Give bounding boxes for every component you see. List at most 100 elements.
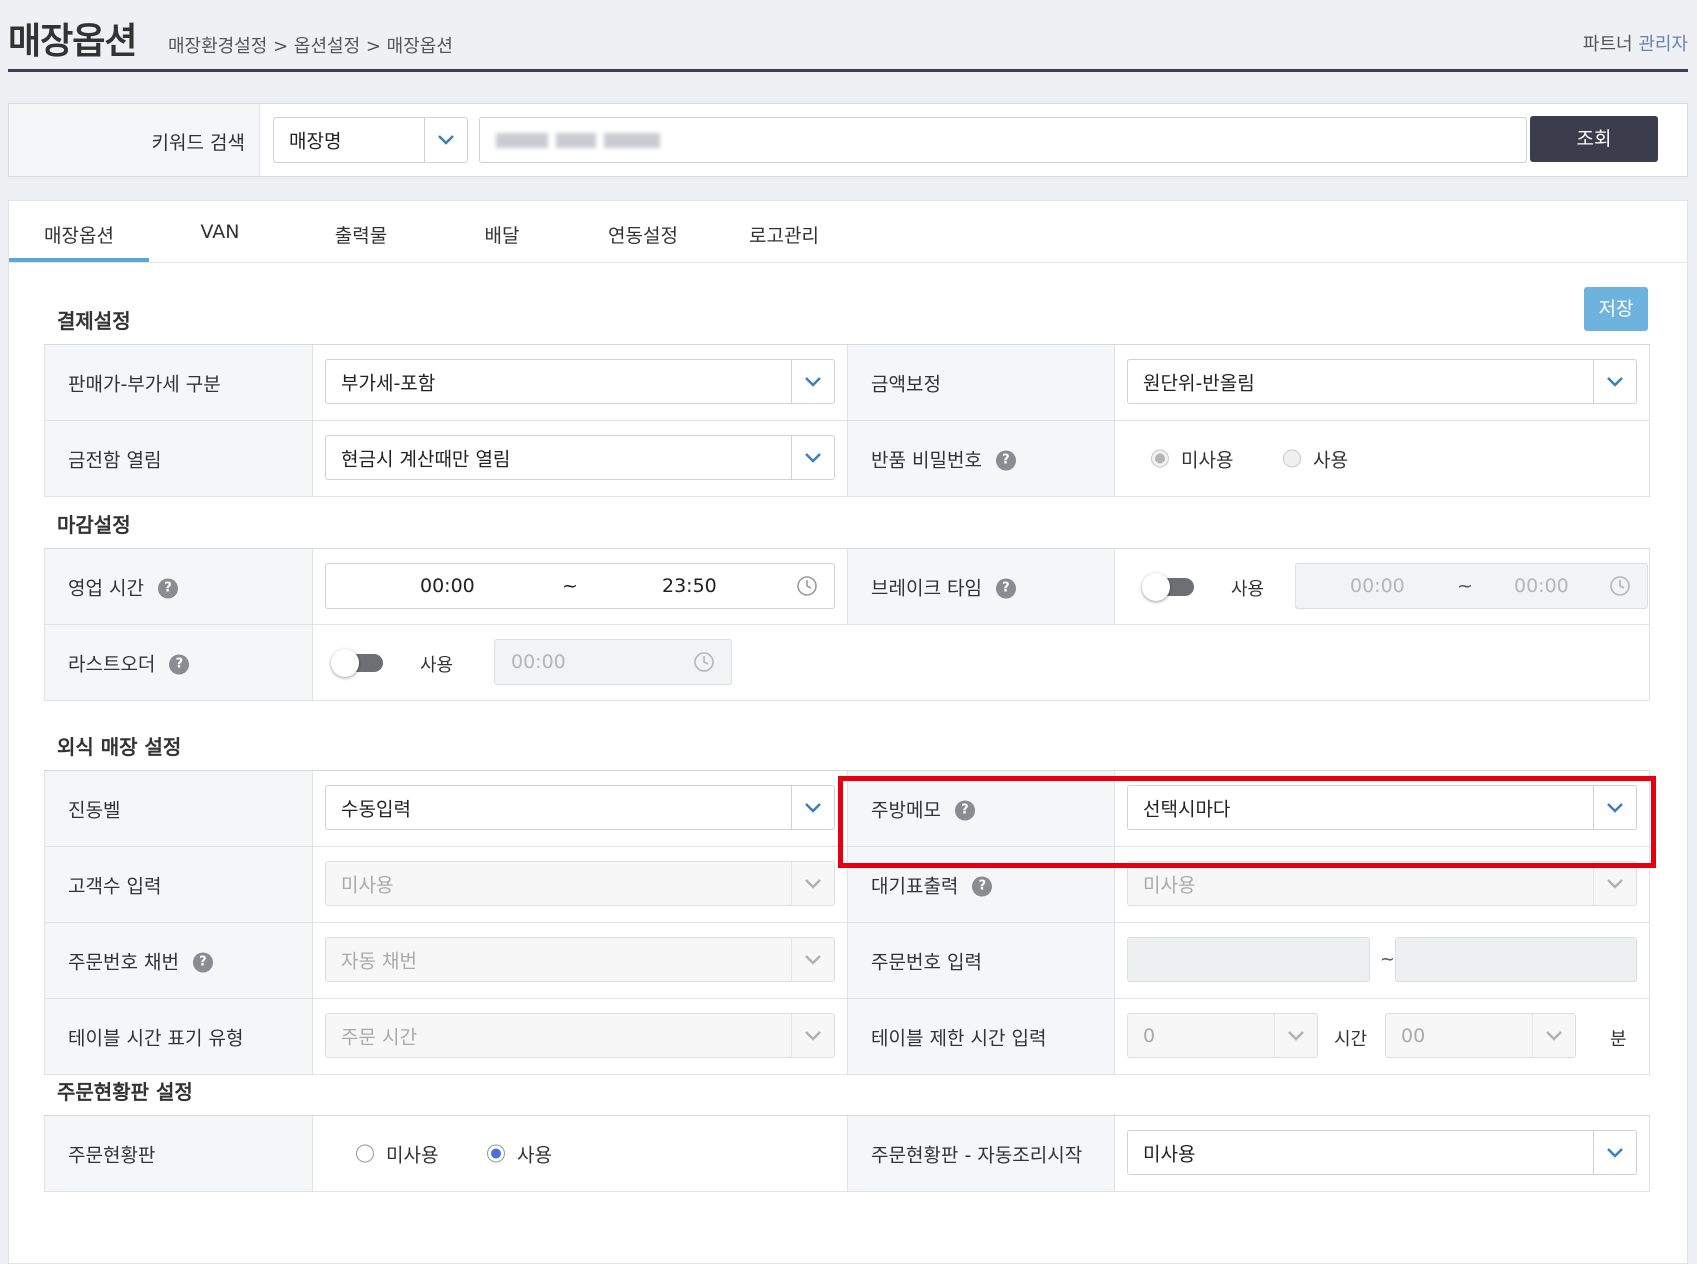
auto-cook-select[interactable]: 미사용 <box>1127 1130 1637 1175</box>
radio-label: 사용 <box>517 1144 552 1166</box>
help-icon[interactable]: ? <box>995 578 1016 599</box>
chevron-down-icon <box>1274 1014 1317 1057</box>
tab-printouts[interactable]: 출력물 <box>291 221 431 248</box>
waiting-label-wrap: 대기표출력? <box>871 871 993 898</box>
guest-value: 미사용 <box>341 874 394 896</box>
tab-integration[interactable]: 연동설정 <box>573 221 713 248</box>
hours-start: 00:00 <box>420 575 475 597</box>
refund-pw-label-wrap: 반품 비밀번호? <box>871 445 1016 472</box>
chevron-down-icon <box>424 118 467 162</box>
search-type-select[interactable]: 매장명 <box>273 117 468 163</box>
board-radio-off[interactable]: 미사용 <box>356 1140 438 1167</box>
label-cell: 주문번호 채번? <box>44 923 313 998</box>
radio-label: 미사용 <box>1181 449 1234 471</box>
order-no-input-label: 주문번호 입력 <box>871 951 982 973</box>
label-cell: 금전함 열림 <box>44 421 313 496</box>
lastorder-time: 00:00 <box>511 651 566 673</box>
chevron-down-icon <box>791 786 834 829</box>
refund-pw-radio-on[interactable]: 사용 <box>1283 445 1348 472</box>
row-border <box>1649 345 1650 420</box>
radio-icon <box>1283 449 1301 468</box>
help-icon[interactable]: ? <box>169 654 190 675</box>
tab-store-options[interactable]: 매장옵션 <box>9 221 149 248</box>
search-input[interactable] <box>479 117 1527 163</box>
chevron-down-icon <box>791 436 834 479</box>
table-time-type-label: 테이블 시간 표기 유형 <box>68 1027 244 1049</box>
radio-icon <box>356 1144 374 1163</box>
break-label-wrap: 브레이크 타임? <box>871 573 1016 600</box>
lastorder-label: 라스트오더 <box>68 653 156 675</box>
guest-label: 고객수 입력 <box>68 875 162 897</box>
help-icon[interactable]: ? <box>192 952 213 973</box>
drawer-select[interactable]: 현금시 계산때만 열림 <box>325 435 835 480</box>
board-grid: 주문현황판 미사용 사용 주문현황판 - 자동조리시작 미사용 <box>44 1115 1650 1192</box>
table-limit-minutes-unit: 분 <box>1610 1029 1627 1050</box>
table-limit-hours-value: 0 <box>1143 1024 1156 1047</box>
search-type-value: 매장명 <box>289 130 342 153</box>
auto-cook-label: 주문현황판 - 자동조리시작 <box>871 1144 1083 1166</box>
break-label: 브레이크 타임 <box>871 577 982 599</box>
payment-row-1: 판매가-부가세 구분 부가세-포함 금액보정 원단위-반올림 <box>44 345 1650 421</box>
break-use-label: 사용 <box>1231 579 1265 600</box>
label-cell: 라스트오더? <box>44 625 313 700</box>
table-limit-hours-unit: 시간 <box>1334 1029 1368 1050</box>
rounding-label: 금액보정 <box>871 373 941 395</box>
radio-icon <box>487 1144 505 1163</box>
chevron-down-icon <box>1593 862 1636 905</box>
tab-logo[interactable]: 로고관리 <box>714 221 854 248</box>
lastorder-label-wrap: 라스트오더? <box>68 649 190 676</box>
rounding-select[interactable]: 원단위-반올림 <box>1127 359 1637 404</box>
order-no-sep: ~ <box>1380 949 1396 970</box>
label-cell: 반품 비밀번호? <box>847 421 1115 496</box>
options-panel: 매장옵션 VAN 출력물 배달 연동설정 로고관리 결제설정 저장 판매가-부가… <box>8 200 1688 1264</box>
search-label-cell: 키워드 검색 <box>9 104 260 176</box>
row-border <box>1649 421 1650 496</box>
table-limit-minutes-value: 00 <box>1401 1024 1426 1047</box>
drawer-label: 금전함 열림 <box>68 449 162 471</box>
dine-row-4: 테이블 시간 표기 유형 주문 시간 테이블 제한 시간 입력 0 시간 00 … <box>44 999 1650 1075</box>
tab-delivery[interactable]: 배달 <box>432 221 572 248</box>
row-border <box>1649 549 1650 624</box>
label-cell: 주문번호 입력 <box>847 923 1115 998</box>
rounding-value: 원단위-반올림 <box>1143 372 1255 394</box>
label-cell: 금액보정 <box>847 345 1115 420</box>
lastorder-toggle[interactable] <box>331 649 383 677</box>
admin-link[interactable]: 관리자 <box>1638 34 1688 55</box>
clock-icon[interactable] <box>796 575 818 601</box>
save-button[interactable]: 저장 <box>1584 287 1648 331</box>
business-hours-input[interactable]: 00:00 ~ 23:50 <box>325 563 835 609</box>
section-dine-title: 외식 매장 설정 <box>57 735 182 759</box>
admin-prefix: 파트너 <box>1582 34 1633 55</box>
table-time-type-select: 주문 시간 <box>325 1013 835 1058</box>
help-icon[interactable]: ? <box>972 876 993 897</box>
row-border <box>1649 999 1650 1074</box>
vat-select[interactable]: 부가세-포함 <box>325 359 835 404</box>
table-limit-minutes-select: 00 <box>1385 1013 1576 1058</box>
lastorder-use-label: 사용 <box>420 655 454 676</box>
search-bar: 키워드 검색 매장명 <box>8 103 1688 177</box>
search-button[interactable]: 조회 <box>1530 116 1658 162</box>
row-border <box>1649 625 1650 700</box>
refund-pw-radio-off[interactable]: 미사용 <box>1151 445 1233 472</box>
label-cell: 테이블 제한 시간 입력 <box>847 999 1115 1074</box>
board-row-1: 주문현황판 미사용 사용 주문현황판 - 자동조리시작 미사용 <box>44 1116 1650 1192</box>
chevron-down-icon <box>791 1014 834 1057</box>
hours-label-wrap: 영업 시간? <box>68 573 178 600</box>
highlight-box <box>838 776 1656 868</box>
vat-value: 부가세-포함 <box>341 372 436 394</box>
board-radio-on[interactable]: 사용 <box>487 1140 552 1167</box>
admin-label: 파트너 관리자 <box>1583 30 1688 56</box>
table-limit-label: 테이블 제한 시간 입력 <box>871 1027 1047 1049</box>
help-icon[interactable]: ? <box>995 450 1016 471</box>
closing-row-1: 영업 시간? 00:00 ~ 23:50 브레이크 타임? 사용 00:00 ~… <box>44 549 1650 625</box>
toggle-knob <box>331 649 359 677</box>
help-icon[interactable]: ? <box>157 578 178 599</box>
radio-icon <box>1151 449 1169 468</box>
pager-select[interactable]: 수동입력 <box>325 785 835 830</box>
order-no-end-input <box>1395 937 1637 982</box>
break-toggle[interactable] <box>1142 573 1194 601</box>
tab-van[interactable]: VAN <box>150 221 290 243</box>
chevron-down-icon <box>1532 1014 1575 1057</box>
order-no-label: 주문번호 채번 <box>68 951 179 973</box>
waiting-label: 대기표출력 <box>871 875 959 897</box>
